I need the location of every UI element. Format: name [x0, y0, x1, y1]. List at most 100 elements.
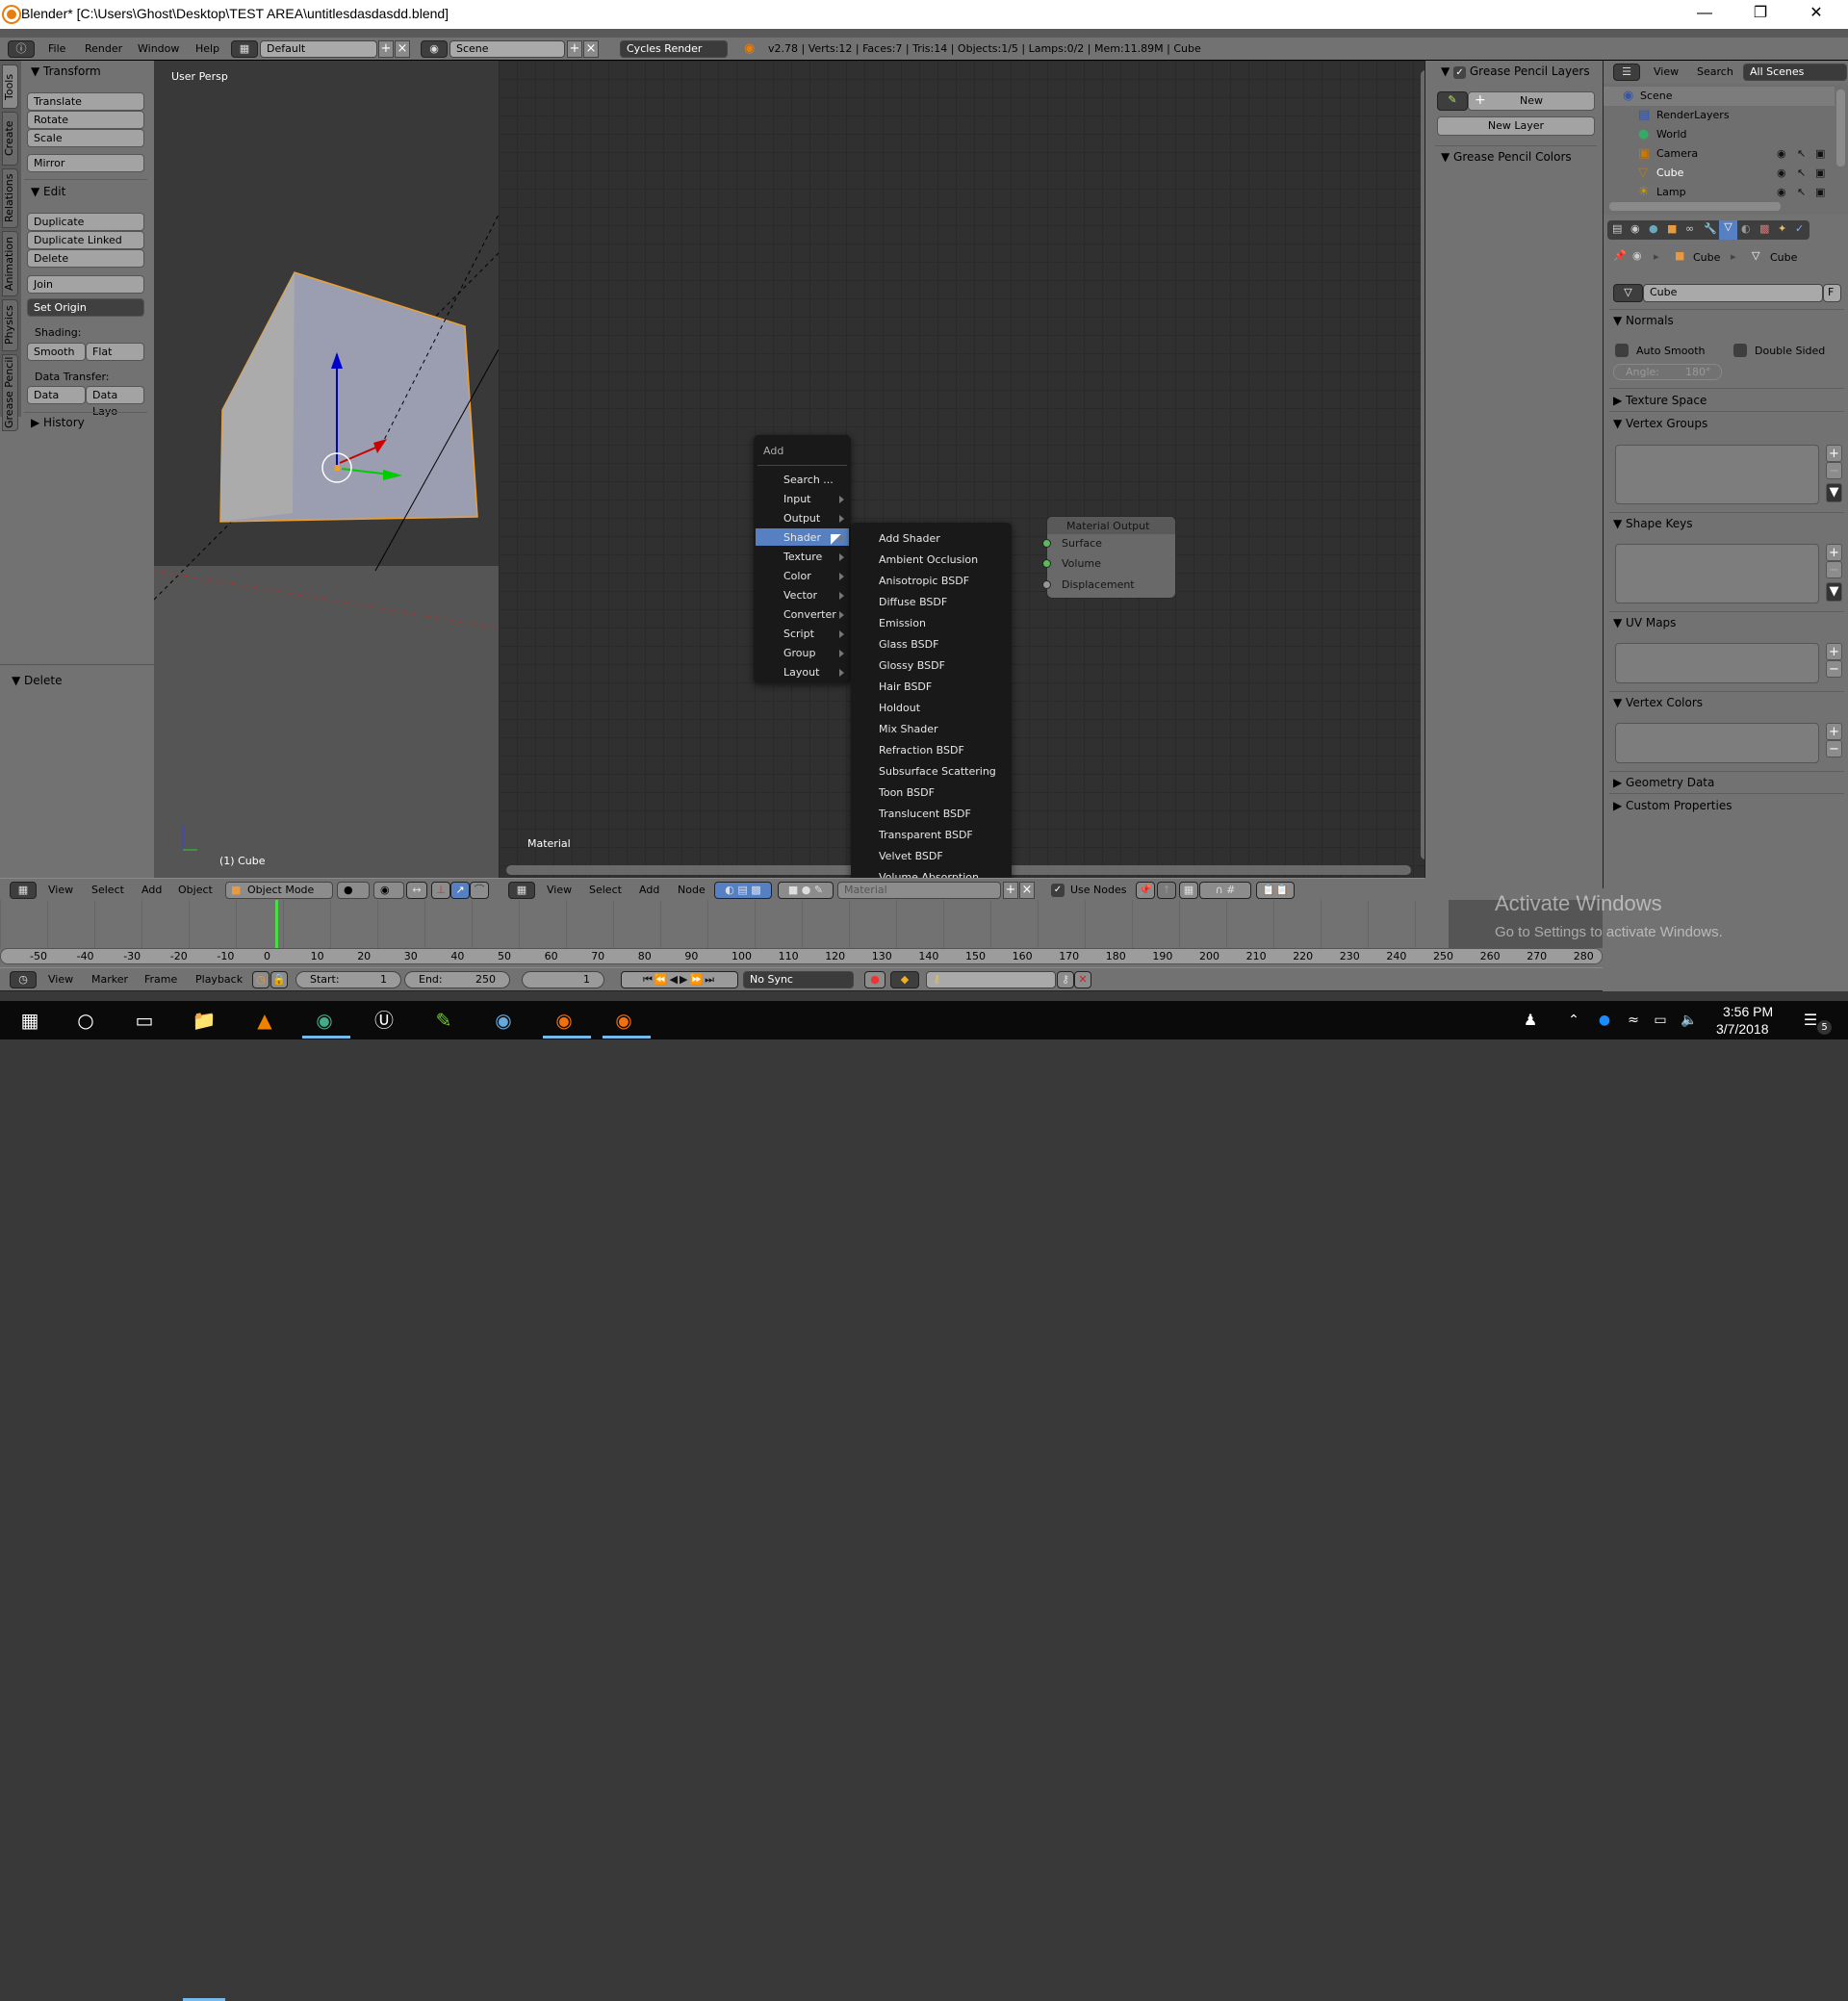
viewport-menu-add[interactable]: Add [141, 884, 162, 896]
shader-item-velvet-bsdf[interactable]: Velvet BSDF [879, 850, 943, 862]
add-menu-item-group[interactable]: Group [783, 647, 816, 659]
material-field[interactable]: Material [837, 882, 1001, 899]
use-nodes-checkbox[interactable]: ✓ [1051, 884, 1065, 897]
end-frame-field[interactable]: End: 250 [404, 971, 510, 988]
mesh-browse-icon[interactable]: ▽ [1613, 284, 1643, 302]
outliner-h-scrollbar[interactable] [1609, 202, 1781, 211]
object-tab-icon[interactable]: ■ [1667, 222, 1677, 235]
add-shape-key-button[interactable]: + [1826, 544, 1842, 561]
smooth-button[interactable]: Smooth [27, 343, 86, 361]
render-camera-icon[interactable]: ▣ [1815, 164, 1825, 183]
chrome-icon[interactable]: ◉ [310, 1007, 339, 1034]
keying-set-field[interactable]: ⚷ [926, 971, 1056, 988]
duplicate-linked-button[interactable]: Duplicate Linked [27, 231, 144, 249]
scale-button[interactable]: Scale [27, 129, 144, 147]
remove-shape-key-button[interactable]: − [1826, 561, 1842, 578]
add-menu-item-search[interactable]: Search ... [783, 474, 834, 486]
material-tab-icon[interactable]: ◐ [1741, 222, 1751, 235]
shader-item-holdout[interactable]: Holdout [879, 702, 920, 714]
shader-item-diffuse-bsdf[interactable]: Diffuse BSDF [879, 596, 947, 608]
shader-item-glass-bsdf[interactable]: Glass BSDF [879, 638, 938, 651]
delete-scene-button[interactable]: × [583, 40, 599, 58]
clock-time[interactable]: 3:56 PM [1723, 1004, 1773, 1019]
outliner-scrollbar[interactable] [1836, 90, 1845, 167]
outliner-display-mode[interactable]: All Scenes [1743, 64, 1847, 81]
tab-grease-pencil[interactable]: Grease Pencil [2, 354, 18, 431]
select-arrow-icon[interactable]: ↖ [1797, 144, 1806, 164]
blender-taskbar-icon-2[interactable]: ◉ [609, 1007, 638, 1034]
grease-pencil-checkbox[interactable]: ✓ [1453, 66, 1467, 79]
viewport-menu-view[interactable]: View [48, 884, 73, 896]
mesh-name-field[interactable]: Cube [1643, 284, 1823, 302]
wifi-icon[interactable]: ≈ [1619, 1007, 1648, 1034]
add-uv-map-button[interactable]: + [1826, 643, 1842, 660]
file-explorer-icon[interactable]: 📁 [190, 1007, 218, 1034]
shader-item-ambient-occlusion[interactable]: Ambient Occlusion [879, 553, 978, 566]
menu-file[interactable]: File [48, 42, 65, 55]
surface-socket[interactable] [1042, 539, 1051, 548]
tab-animation[interactable]: Animation [2, 231, 18, 296]
remove-uv-map-button[interactable]: − [1826, 660, 1842, 678]
physics-tab-icon[interactable]: ✓ [1795, 222, 1804, 235]
screen-layout-field[interactable]: Default [260, 40, 377, 58]
snap-icons[interactable]: ∩ # [1199, 882, 1251, 899]
set-origin-dropdown[interactable]: Set Origin [27, 298, 144, 317]
eye-icon[interactable]: ◉ [1777, 183, 1786, 202]
battery-icon[interactable]: ▭ [1646, 1007, 1675, 1034]
normals-panel-header[interactable]: ▼ Normals [1613, 314, 1674, 327]
vertex-colors-list[interactable] [1615, 723, 1819, 763]
task-view-icon[interactable]: ▭ [130, 1007, 159, 1034]
shader-item-transparent-bsdf[interactable]: Transparent BSDF [879, 829, 973, 841]
shape-keys-panel-header[interactable]: ▼ Shape Keys [1613, 517, 1692, 530]
timeline-ruler[interactable]: -50 -40 -30 -20 -10 0 10 20 30 40 50 60 70 80 90 100 110… [0, 948, 1603, 964]
manipulator-toggle-icon[interactable]: ↔ [406, 882, 427, 899]
custom-properties-panel-header[interactable]: ▶ Custom Properties [1613, 799, 1732, 812]
render-camera-icon[interactable]: ▣ [1815, 183, 1825, 202]
shader-item-subsurface-scattering[interactable]: Subsurface Scattering [879, 765, 996, 778]
manipulator-axes-icon[interactable]: ⊥ [431, 882, 450, 899]
tab-relations[interactable]: Relations [2, 168, 18, 228]
add-vertex-color-button[interactable]: + [1826, 723, 1842, 740]
geometry-data-panel-header[interactable]: ▶ Geometry Data [1613, 776, 1714, 789]
breadcrumb-object[interactable]: Cube [1693, 251, 1720, 264]
volume-socket[interactable] [1042, 559, 1051, 568]
data-button[interactable]: Data [27, 386, 86, 404]
restore-button[interactable]: ❐ [1738, 0, 1783, 29]
timeline-area[interactable] [0, 900, 1603, 948]
unreal-engine-icon[interactable]: Ⓤ [370, 1007, 398, 1034]
viewport-menu-object[interactable]: Object [178, 884, 213, 896]
outliner-row-lamp[interactable]: ☀ Lamp ◉ ↖ ▣ [1604, 183, 1835, 202]
add-material-button[interactable]: + [1003, 882, 1018, 899]
add-menu-item-converter[interactable]: Converter [783, 608, 836, 621]
scene-tab-icon[interactable]: ◉ [1630, 222, 1640, 235]
start-frame-field[interactable]: Start: 1 [295, 971, 401, 988]
keying-icon[interactable]: ◆ [890, 971, 919, 988]
scene-icon[interactable]: ◉ [421, 40, 448, 58]
timeline-menu-frame[interactable]: Frame [144, 973, 177, 986]
preview-range-icon[interactable]: ◷ [252, 971, 270, 988]
shape-keys-list[interactable] [1615, 544, 1819, 603]
remove-vertex-color-button[interactable]: − [1826, 740, 1842, 757]
add-menu-item-script[interactable]: Script [783, 628, 814, 640]
pin-icon[interactable]: 📌 [1613, 249, 1627, 262]
add-menu-item-shader[interactable]: Shader [783, 531, 821, 544]
timeline-menu-playback[interactable]: Playback [195, 973, 243, 986]
outliner-row-cube[interactable]: ▽ Cube ◉ ↖ ▣ [1604, 164, 1835, 183]
shader-item-emission[interactable]: Emission [879, 617, 926, 629]
pencil-icon[interactable]: ✎ [1437, 91, 1468, 111]
add-menu-item-texture[interactable]: Texture [783, 551, 822, 563]
outliner-item-label[interactable]: Lamp [1656, 183, 1686, 202]
parent-node-tree-icon[interactable]: ↑ [1157, 882, 1176, 899]
clock-date[interactable]: 3/7/2018 [1716, 1021, 1769, 1037]
shader-item-anisotropic-bsdf[interactable]: Anisotropic BSDF [879, 575, 969, 587]
auto-smooth-checkbox[interactable] [1615, 344, 1629, 357]
outliner-item-label[interactable]: RenderLayers [1656, 106, 1730, 125]
menu-window[interactable]: Window [138, 42, 179, 55]
fake-user-button[interactable]: F [1823, 284, 1841, 302]
3d-viewport[interactable]: User Persp (1) Cube [154, 61, 499, 888]
mesh-data-tab-icon[interactable]: ▽ [1719, 220, 1737, 240]
menu-render[interactable]: Render [85, 42, 122, 55]
material-output-node[interactable]: Material Output Surface Volume Displacem… [1042, 516, 1176, 599]
operator-panel-header[interactable]: ▼ Delete [12, 674, 62, 687]
particles-tab-icon[interactable]: ✦ [1778, 222, 1786, 235]
